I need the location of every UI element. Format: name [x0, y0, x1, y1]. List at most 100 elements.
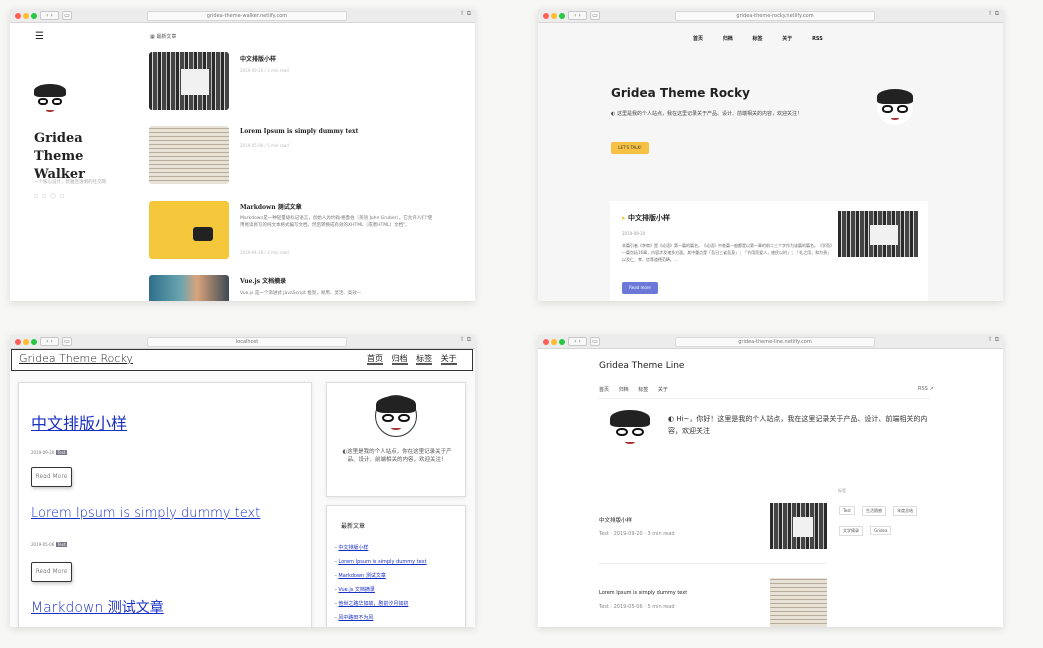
tag-chip[interactable]: 年度总结 [893, 506, 918, 516]
post-meta: Test · 2019-05-06 · 5 min read [599, 604, 675, 610]
rss-label[interactable]: RSS [918, 386, 928, 392]
nav-rss[interactable]: RSS [812, 36, 823, 42]
post-meta: 2019-05-06 / 5 min read [240, 143, 289, 148]
menu-icon[interactable]: ☰ [35, 31, 44, 42]
minimize-window-icon[interactable] [551, 13, 557, 19]
read-more-button[interactable]: Read More [31, 467, 72, 487]
share-tabs-icon[interactable]: ⇧ ⧉ [988, 10, 999, 18]
share-tabs-icon[interactable]: ⇧ ⧉ [988, 336, 999, 344]
avatar [375, 395, 417, 437]
back-forward-icon[interactable]: ‹ › [568, 11, 587, 20]
close-window-icon[interactable] [543, 339, 549, 345]
recent-post-link-text[interactable]: Lorem Ipsum is simply dummy text [338, 559, 426, 565]
post-title[interactable]: 中文排版小样 [240, 54, 276, 63]
divider [599, 398, 931, 399]
address-bar[interactable]: localhost [147, 337, 347, 347]
tag-cloud: Test 生活随感 年度总结 文学摘录 Gridea [838, 497, 948, 537]
post-title[interactable]: Vue.js 文档摘录 [240, 276, 286, 285]
post-title[interactable]: ▸ 中文排版小样 [622, 213, 670, 223]
recent-post-link-text[interactable]: Markdown 测试文章 [338, 573, 385, 579]
recent-post-link[interactable]: - 风中路田不为风 [335, 611, 465, 625]
top-nav: 首页 归档 标签 关于 RSS [693, 35, 823, 42]
post-thumbnail[interactable] [149, 275, 229, 301]
nav-archive[interactable]: 归档 [619, 387, 629, 393]
nav-about[interactable]: 关于 [782, 36, 792, 42]
recent-post-link-text[interactable]: 风中路田不为风 [338, 615, 373, 621]
nav-home[interactable]: 首页 [693, 36, 703, 42]
recent-post-link-text[interactable]: 中文排版小样 [338, 545, 368, 551]
nav-home[interactable]: 首页 [599, 387, 609, 393]
maximize-window-icon[interactable] [31, 339, 37, 345]
close-window-icon[interactable] [543, 13, 549, 19]
post-thumbnail[interactable] [838, 211, 918, 257]
address-bar[interactable]: gridea-theme-line.netlify.com [675, 337, 875, 347]
post-tag[interactable]: Test [55, 450, 68, 455]
recent-post-link-text[interactable]: 他世之路华如故，剧前汐月如初 [338, 601, 408, 607]
recent-post-link[interactable]: - Lorem Ipsum is simply dummy text [335, 555, 465, 569]
sidebar-icon[interactable]: ▭ [590, 11, 600, 20]
address-bar[interactable]: gridea-theme-rocky.netlify.com [675, 11, 875, 21]
post-date: 2019-05-06 [31, 542, 55, 547]
read-more-button[interactable]: Read more [622, 282, 658, 294]
sidebar-icon[interactable]: ▭ [590, 337, 600, 346]
nav-home[interactable]: 首页 [367, 354, 383, 365]
post-title-text[interactable]: 中文排版小样 [628, 214, 670, 222]
maximize-window-icon[interactable] [559, 339, 565, 345]
post-thumbnail[interactable] [149, 126, 229, 184]
close-window-icon[interactable] [15, 13, 21, 19]
share-tabs-icon[interactable]: ⇧ ⧉ [460, 10, 471, 18]
post-title[interactable]: Lorem Ipsum is simply dummy text [240, 128, 358, 135]
post-title[interactable]: Lorem Ipsum is simply dummy text [31, 506, 260, 521]
minimize-window-icon[interactable] [23, 13, 29, 19]
tag-chip[interactable]: 生活随感 [861, 506, 886, 516]
browser-toolbar: ‹ › ▭ gridea-theme-walker.netlify.com ⇧ … [10, 9, 475, 23]
post-meta: 2019-09-20 Test [31, 450, 68, 455]
post-thumbnail[interactable] [149, 201, 229, 259]
browser-window-walker: ‹ › ▭ gridea-theme-walker.netlify.com ⇧ … [10, 9, 475, 301]
read-more-button[interactable]: Read More [31, 562, 72, 582]
tag-chip[interactable]: 文学摘录 [839, 526, 863, 536]
recent-post-link-text[interactable]: Vue.js 文档摘录 [338, 587, 375, 593]
nav-tags[interactable]: 标签 [753, 36, 763, 42]
address-bar[interactable]: gridea-theme-walker.netlify.com [147, 11, 347, 21]
back-forward-icon[interactable]: ‹ › [40, 11, 59, 20]
social-icons[interactable]: ◻◻◯◻ [34, 193, 68, 199]
tag-chip[interactable]: Test [839, 506, 855, 515]
post-thumbnail[interactable] [149, 52, 229, 110]
maximize-window-icon[interactable] [31, 13, 37, 19]
nav-about[interactable]: 关于 [440, 354, 457, 365]
sidebar-icon[interactable]: ▭ [62, 337, 72, 346]
post-tag[interactable]: Test [55, 542, 68, 547]
nav-archive[interactable]: 归档 [391, 354, 408, 365]
site-title: Gridea Theme Walker [34, 131, 85, 182]
site-intro-text: Hi~，你好！这里是我的个人站点，我在这里记录关于产品、设计、前端相关的内容，欢… [668, 415, 928, 435]
post-title[interactable]: Markdown 测试文章 [240, 202, 302, 211]
tag-chip[interactable]: Gridea [870, 526, 892, 535]
rss-link[interactable]: RSS ↗ [918, 386, 934, 392]
nav-tags[interactable]: 标签 [416, 354, 433, 365]
lets-talk-button[interactable]: LET'S TALK! [611, 142, 649, 154]
close-window-icon[interactable] [15, 339, 21, 345]
nav-about[interactable]: 关于 [658, 387, 668, 393]
nav-archive[interactable]: 归档 [723, 36, 733, 42]
post-title[interactable]: Markdown 测试文章 [31, 597, 164, 617]
site-title[interactable]: Gridea Theme Rocky [19, 352, 133, 365]
minimize-window-icon[interactable] [23, 339, 29, 345]
minimize-window-icon[interactable] [551, 339, 557, 345]
recent-post-link[interactable]: - Markdown 测试文章 [335, 569, 465, 583]
recent-post-link[interactable]: - 中文排版小样 [335, 541, 465, 555]
post-title[interactable]: 中文排版小样 [31, 410, 127, 434]
recent-post-link[interactable]: - Vue.js 文档摘录 [335, 583, 465, 597]
post-title[interactable]: 中文排版小样 [599, 516, 632, 524]
sidebar-icon[interactable]: ▭ [62, 11, 72, 20]
post-thumbnail[interactable] [770, 578, 827, 627]
post-title[interactable]: Lorem Ipsum is simply dummy text [599, 590, 687, 596]
nav-tags[interactable]: 标签 [638, 387, 648, 393]
maximize-window-icon[interactable] [559, 13, 565, 19]
post-thumbnail[interactable] [770, 503, 827, 549]
recent-post-link[interactable]: - 他世之路华如故，剧前汐月如初 [335, 597, 465, 611]
site-title[interactable]: Gridea Theme Line [599, 361, 684, 371]
back-forward-icon[interactable]: ‹ › [40, 337, 59, 346]
back-forward-icon[interactable]: ‹ › [568, 337, 587, 346]
share-tabs-icon[interactable]: ⇧ ⧉ [460, 336, 471, 344]
